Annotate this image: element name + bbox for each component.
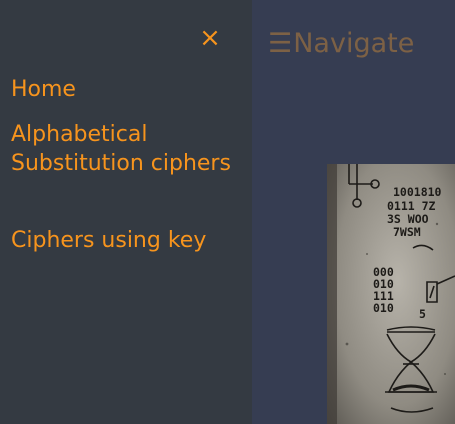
artwork-text-line: 1001810 — [393, 185, 442, 199]
navigate-label: Navigate — [293, 28, 415, 59]
artwork-text-line: 0111 7Z — [387, 199, 436, 213]
cipher-journal-page-image: 1001810 0111 7Z 3S WOO 7WSM 000 010 111 … — [327, 164, 455, 424]
artwork-text-line: 010 — [373, 301, 394, 315]
nav-link-ciphers-using-key[interactable]: Ciphers using key — [11, 226, 206, 255]
artwork-text-line: 5 — [419, 307, 426, 321]
artwork-text-line: 3S WOO — [387, 212, 429, 226]
hamburger-menu-icon: ☰ — [268, 28, 293, 59]
side-navigation: × Home Alphabetical Substitution ciphers … — [0, 0, 252, 424]
artwork-text-line: 7WSM — [393, 225, 421, 239]
navigate-button[interactable]: ☰Navigate — [268, 27, 414, 61]
nav-link-home[interactable]: Home — [11, 75, 76, 104]
close-icon[interactable]: × — [199, 24, 221, 52]
nav-link-alphabetical-substitution[interactable]: Alphabetical Substitution ciphers — [11, 120, 246, 178]
